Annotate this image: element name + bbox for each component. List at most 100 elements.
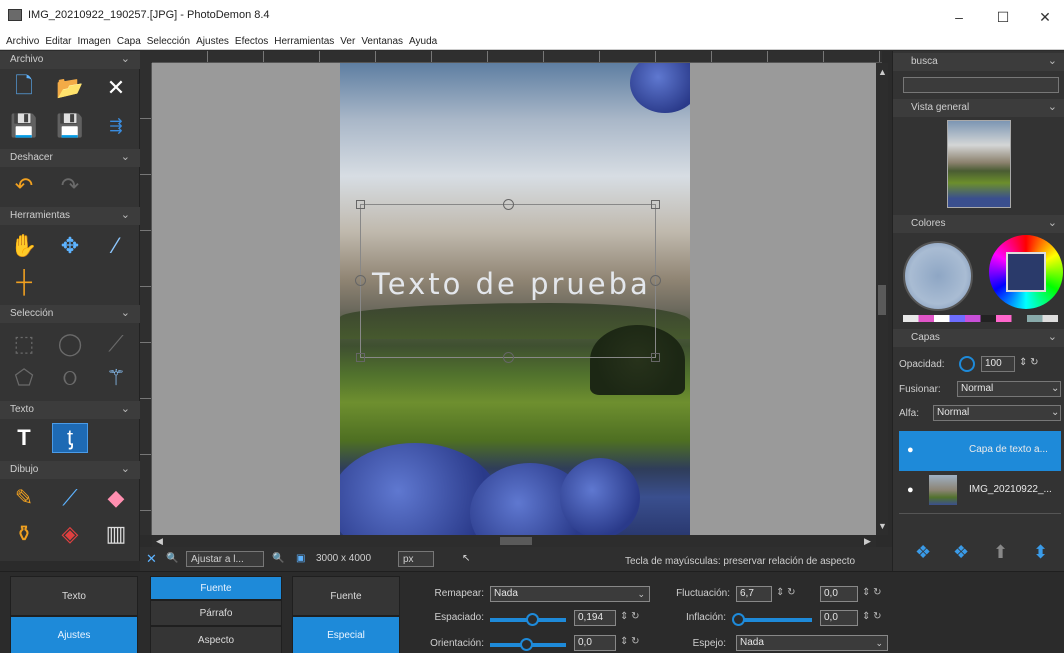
scroll-thumb[interactable]: [500, 537, 532, 545]
section-archivo[interactable]: Archivo ⌄: [0, 51, 140, 69]
saturation-box[interactable]: [1006, 252, 1046, 292]
maximize-button[interactable]: ☐: [988, 6, 1018, 28]
save-icon[interactable]: 💾: [6, 111, 42, 141]
resize-handle[interactable]: [356, 353, 365, 362]
fluctuation-input[interactable]: 6,7: [736, 586, 772, 602]
eye-icon[interactable]: ●: [907, 484, 914, 496]
lasso-select-icon[interactable]: ଠ: [52, 363, 88, 393]
menu-herramientas[interactable]: Herramientas: [274, 34, 340, 49]
menu-editar[interactable]: Editar: [45, 34, 77, 49]
delete-layer-icon[interactable]: ❖: [953, 542, 969, 563]
open-folder-icon[interactable]: 📂: [52, 73, 88, 103]
tab-aspecto[interactable]: Aspecto: [150, 626, 282, 653]
fill-bucket-icon[interactable]: ◈: [52, 519, 88, 549]
slider-knob[interactable]: [732, 613, 745, 626]
close-button[interactable]: ✕: [1030, 6, 1060, 28]
tab-parrafo[interactable]: Párrafo: [150, 600, 282, 626]
spacing-input[interactable]: 0,194: [574, 610, 616, 626]
brush-icon[interactable]: ⟋: [52, 483, 88, 513]
menu-imagen[interactable]: Imagen: [77, 34, 116, 49]
close-file-icon[interactable]: ✕: [98, 73, 134, 103]
magic-wand-icon[interactable]: ⚚: [98, 363, 134, 393]
menu-capa[interactable]: Capa: [117, 34, 147, 49]
text-tool-icon[interactable]: T: [6, 423, 42, 453]
move-icon[interactable]: ✥: [52, 231, 88, 261]
layer-row[interactable]: ● IMG_20210922_...: [899, 471, 1061, 511]
hue-color-wheel[interactable]: [989, 235, 1063, 309]
hand-icon[interactable]: ✋: [6, 231, 42, 261]
overview-thumbnail[interactable]: [947, 120, 1011, 208]
orientation-slider[interactable]: [490, 638, 566, 651]
vertical-scrollbar[interactable]: ▲ ▼: [876, 63, 888, 535]
opacity-knob[interactable]: [959, 356, 975, 372]
rect-select-icon[interactable]: ⬚: [6, 329, 42, 359]
section-texto[interactable]: Texto ⌄: [0, 401, 140, 419]
fluctuation-spinner-2-icon[interactable]: ⇕ ↻: [862, 587, 882, 598]
color-swatches[interactable]: [903, 315, 1058, 322]
menu-ajustes[interactable]: Ajustes: [196, 34, 235, 49]
subtab-fuente[interactable]: Fuente: [292, 576, 400, 616]
slider-knob[interactable]: [526, 613, 539, 626]
overview-header[interactable]: Vista general ⌄: [893, 99, 1064, 117]
new-file-icon[interactable]: 🗋: [6, 73, 42, 103]
horizontal-scrollbar[interactable]: ◀ ▶: [152, 535, 876, 547]
layers-header[interactable]: Capas ⌄: [893, 329, 1064, 347]
layer-row[interactable]: ● Capa de texto a...: [899, 431, 1061, 471]
alpha-select[interactable]: Normal: [933, 405, 1061, 421]
pencil-icon[interactable]: ✎: [6, 483, 42, 513]
eye-icon[interactable]: ●: [907, 444, 914, 456]
canvas-area[interactable]: Texto de prueba: [152, 63, 876, 535]
menu-seleccion[interactable]: Selección: [147, 34, 196, 49]
menu-ventanas[interactable]: Ventanas: [361, 34, 409, 49]
resize-handle[interactable]: [650, 275, 661, 286]
rotate-handle[interactable]: [503, 199, 514, 210]
resize-handle[interactable]: [356, 200, 365, 209]
spacing-slider[interactable]: [490, 613, 566, 626]
export-icon[interactable]: ⇶: [98, 111, 134, 141]
clone-stamp-icon[interactable]: ⚱: [6, 519, 42, 549]
section-seleccion[interactable]: Selección ⌄: [0, 305, 140, 323]
slider-knob[interactable]: [520, 638, 533, 651]
scroll-right-icon[interactable]: ▶: [864, 536, 871, 547]
mirror-select[interactable]: Nada ⌄: [736, 635, 888, 651]
orientation-spinner-icon[interactable]: ⇕ ↻: [620, 636, 640, 647]
tab-ajustes[interactable]: Ajustes: [10, 616, 138, 653]
opacity-input[interactable]: 100: [981, 356, 1015, 372]
fluctuation-spinner-icon[interactable]: ⇕ ↻: [776, 587, 796, 598]
section-herramientas[interactable]: Herramientas ⌄: [0, 207, 140, 225]
inflation-spinner-icon[interactable]: ⇕ ↻: [862, 611, 882, 622]
colors-header[interactable]: Colores ⌄: [893, 215, 1064, 233]
inflation-input[interactable]: 0,0: [820, 610, 858, 626]
opacity-spinner-icon[interactable]: ⇕ ↻: [1019, 357, 1039, 368]
zoom-in-icon[interactable]: 🔍: [272, 551, 284, 567]
minimize-button[interactable]: –: [944, 6, 974, 28]
resize-handle[interactable]: [651, 353, 660, 362]
zoom-select[interactable]: Ajustar a l...: [186, 551, 264, 567]
search-header[interactable]: busca ⌄: [893, 53, 1064, 71]
eyedropper-icon[interactable]: ⁄: [98, 231, 134, 261]
scroll-up-icon[interactable]: ▲: [878, 67, 887, 77]
scroll-thumb[interactable]: [878, 285, 886, 315]
resize-handle[interactable]: [503, 352, 514, 363]
crop-icon[interactable]: ┼: [6, 267, 42, 297]
save-as-icon[interactable]: 💾: [52, 111, 88, 141]
unit-select[interactable]: px: [398, 551, 434, 567]
inflation-slider[interactable]: [732, 613, 812, 626]
tab-texto[interactable]: Texto: [10, 576, 138, 616]
undo-icon[interactable]: ↶: [6, 171, 42, 201]
blend-select[interactable]: Normal: [957, 381, 1061, 397]
eraser-icon[interactable]: ◆: [98, 483, 134, 513]
subtab-especial[interactable]: Especial: [292, 616, 400, 653]
add-layer-icon[interactable]: ❖: [915, 542, 931, 563]
resize-handle[interactable]: [355, 275, 366, 286]
fluctuation-input-2[interactable]: 0,0: [820, 586, 858, 602]
menu-ver[interactable]: Ver: [340, 34, 361, 49]
scroll-down-icon[interactable]: ▼: [878, 521, 887, 531]
search-input[interactable]: [903, 77, 1059, 93]
menu-efectos[interactable]: Efectos: [235, 34, 274, 49]
polygon-select-icon[interactable]: ⬠: [6, 363, 42, 393]
fit-icon[interactable]: ✕: [146, 551, 157, 567]
zoom-out-icon[interactable]: 🔍: [166, 551, 178, 567]
orientation-input[interactable]: 0,0: [574, 635, 616, 651]
ellipse-select-icon[interactable]: ◯: [52, 329, 88, 359]
